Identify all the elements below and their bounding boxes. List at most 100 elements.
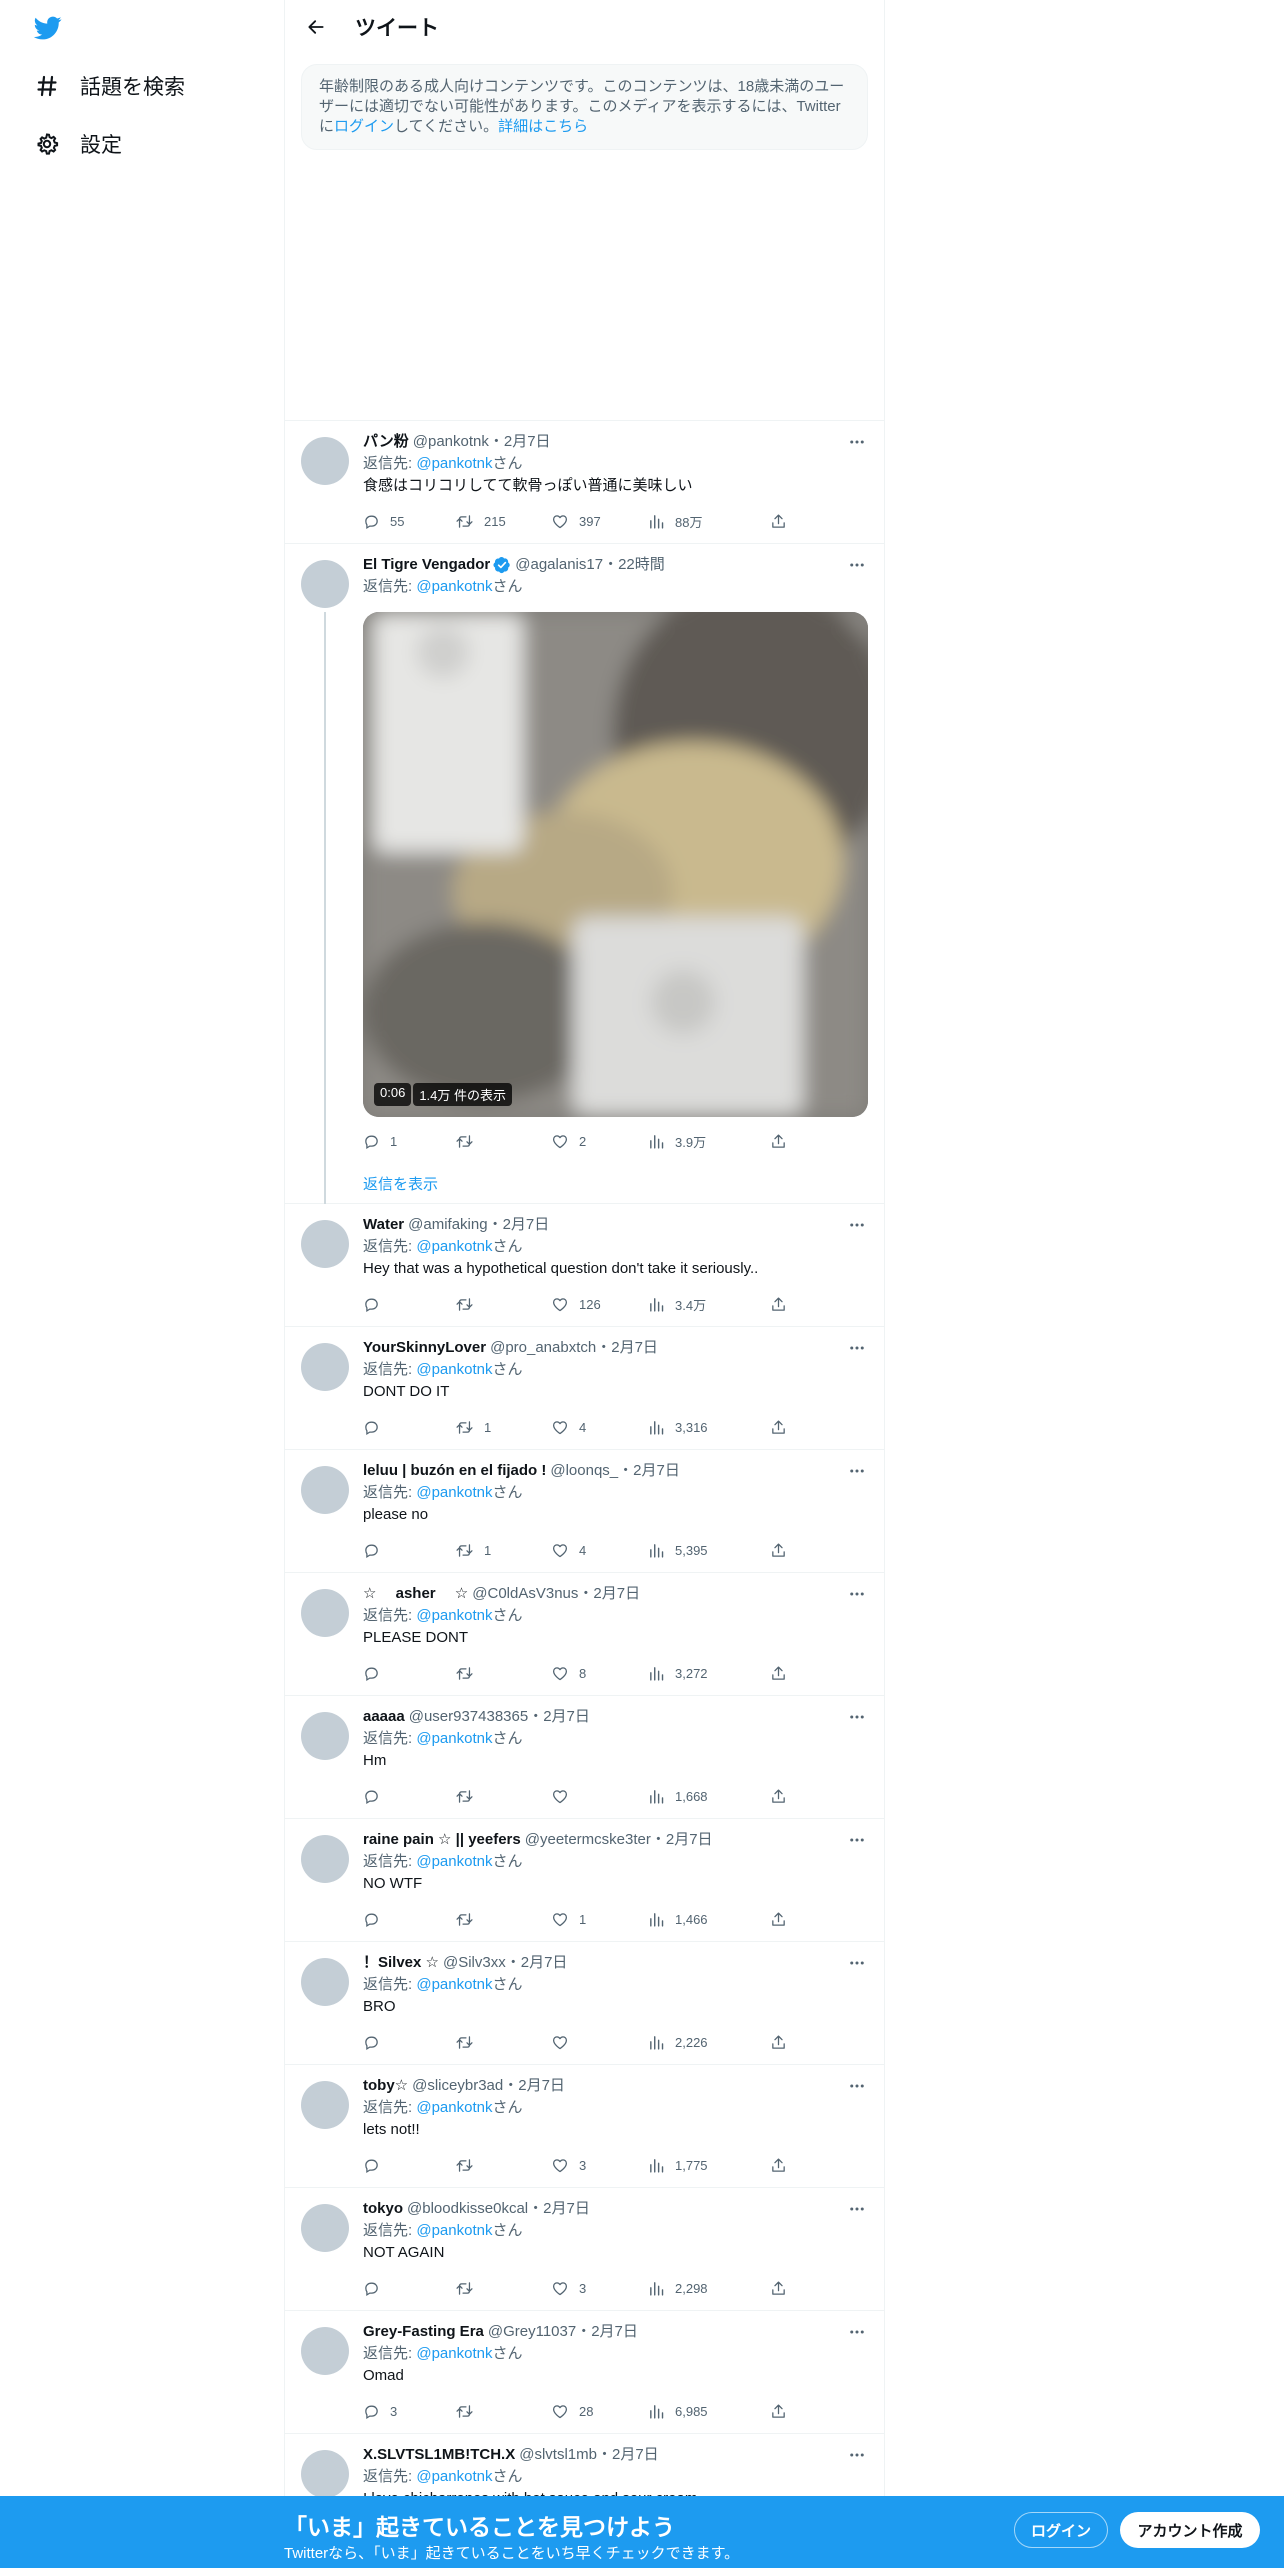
more-icon[interactable] — [846, 1337, 868, 1359]
retweet-button[interactable]: 1 — [455, 1419, 555, 1436]
tweet-date[interactable]: ・2月7日 — [597, 2444, 659, 2466]
views-button[interactable]: 1,668 — [648, 1788, 748, 1805]
retweet-button[interactable]: 215 — [455, 513, 555, 530]
reply-to-handle[interactable]: @pankotnk — [416, 1484, 492, 1501]
more-icon[interactable] — [846, 1460, 868, 1482]
tweet[interactable]: toby☆ @sliceybr3ad ・2月7日 返信先: @pankotnkさん le… — [285, 2065, 884, 2188]
notice-login-link[interactable]: ログイン — [334, 118, 394, 135]
tweet-date[interactable]: ・2月7日 — [506, 1952, 568, 1974]
more-icon[interactable] — [846, 431, 868, 453]
avatar[interactable] — [301, 560, 349, 608]
back-arrow-icon[interactable] — [303, 14, 329, 40]
tweet[interactable]: raine pain ☆ || yeefers @yeetermcske3ter ・… — [285, 1819, 884, 1942]
more-icon[interactable] — [846, 2444, 868, 2466]
author-name[interactable]: YourSkinnyLover — [363, 1337, 486, 1359]
author-name[interactable]: ☆ asher ☆ — [363, 1583, 468, 1605]
tweet[interactable]: Grey-Fasting Era @Grey11037 ・2月7日 返信先: @pan… — [285, 2311, 884, 2434]
views-button[interactable]: 2,226 — [648, 2034, 748, 2051]
reply-to-handle[interactable]: @pankotnk — [416, 1238, 492, 1255]
author-handle[interactable]: @sliceybr3ad — [412, 2075, 503, 2097]
avatar[interactable] — [301, 2450, 349, 2498]
like-button[interactable]: 126 — [551, 1296, 651, 1313]
reply-to-handle[interactable]: @pankotnk — [416, 2345, 492, 2362]
tweet-date[interactable]: ・2月7日 — [596, 1337, 658, 1359]
like-button[interactable]: 4 — [551, 1419, 651, 1436]
share-button[interactable] — [770, 1542, 797, 1559]
nav-settings[interactable]: 設定 — [34, 120, 122, 168]
author-name[interactable]: ！Silvex ☆ — [363, 1952, 439, 1974]
share-button[interactable] — [770, 2403, 797, 2420]
reply-to-handle[interactable]: @pankotnk — [416, 455, 492, 472]
views-button[interactable]: 3,316 — [648, 1419, 748, 1436]
retweet-button[interactable] — [455, 1665, 555, 1682]
views-button[interactable]: 3.4万 — [648, 1295, 748, 1314]
author-handle[interactable]: @yeetermcske3ter — [525, 1829, 651, 1851]
author-handle[interactable]: @loonqs_ — [550, 1460, 618, 1482]
retweet-button[interactable] — [455, 1296, 555, 1313]
reply-button[interactable] — [363, 1665, 463, 1682]
tweet-date[interactable]: ・2月7日 — [578, 1583, 640, 1605]
reply-to-handle[interactable]: @pankotnk — [416, 1853, 492, 1870]
retweet-button[interactable] — [455, 2280, 555, 2297]
tweet[interactable]: leluu | buzón en el fijado ! @loonqs_ ・2月7… — [285, 1450, 884, 1573]
tweet-date[interactable]: ・2月7日 — [503, 2075, 565, 2097]
avatar[interactable] — [301, 1712, 349, 1760]
like-button[interactable]: 397 — [551, 513, 651, 530]
more-icon[interactable] — [846, 1706, 868, 1728]
tweet-date[interactable]: ・2月7日 — [651, 1829, 713, 1851]
reply-to-handle[interactable]: @pankotnk — [416, 1976, 492, 1993]
more-icon[interactable] — [846, 1952, 868, 1974]
tweet[interactable]: tokyo @bloodkisse0kcal ・2月7日 返信先: @pankotnk… — [285, 2188, 884, 2311]
tweet[interactable]: El Tigre Vengador @agalanis17 ・22時間 返信先: @p… — [285, 544, 884, 1204]
like-button[interactable] — [551, 1788, 651, 1805]
tweet[interactable]: パン粉 @pankotnk ・2月7日 返信先: @pankotnkさん 食感はコリコリ… — [285, 421, 884, 544]
tweet-date[interactable]: ・2月7日 — [489, 431, 551, 453]
like-button[interactable] — [551, 2034, 651, 2051]
reply-to-handle[interactable]: @pankotnk — [416, 2222, 492, 2239]
reply-to-handle[interactable]: @pankotnk — [416, 578, 492, 595]
author-name[interactable]: El Tigre Vengador — [363, 554, 490, 576]
share-button[interactable] — [770, 1419, 797, 1436]
tweet-date[interactable]: ・2月7日 — [528, 2198, 590, 2220]
reply-button[interactable] — [363, 2157, 463, 2174]
signup-button[interactable]: アカウント作成 — [1120, 2512, 1260, 2548]
tweet-date[interactable]: ・22時間 — [603, 554, 665, 576]
like-button[interactable]: 4 — [551, 1542, 651, 1559]
avatar[interactable] — [301, 2081, 349, 2129]
tweet[interactable]: YourSkinnyLover @pro_anabxtch ・2月7日 返信先: @p… — [285, 1327, 884, 1450]
retweet-button[interactable] — [455, 2034, 555, 2051]
author-handle[interactable]: @bloodkisse0kcal — [407, 2198, 528, 2220]
reply-button[interactable] — [363, 2280, 463, 2297]
reply-button[interactable] — [363, 1911, 463, 1928]
share-button[interactable] — [770, 1133, 797, 1150]
author-name[interactable]: aaaaa — [363, 1706, 405, 1728]
tweet-video[interactable]: 0:06 1.4万 件の表示 — [363, 612, 868, 1117]
retweet-button[interactable] — [455, 1788, 555, 1805]
author-name[interactable]: leluu | buzón en el fijado ! — [363, 1460, 546, 1482]
author-name[interactable]: raine pain ☆ || yeefers — [363, 1829, 521, 1851]
tweet[interactable]: ！Silvex ☆ @Silv3xx ・2月7日 返信先: @pankotnkさん BR… — [285, 1942, 884, 2065]
avatar[interactable] — [301, 1958, 349, 2006]
more-icon[interactable] — [846, 2198, 868, 2220]
tweet-date[interactable]: ・2月7日 — [488, 1214, 550, 1236]
retweet-button[interactable]: 1 — [455, 1542, 555, 1559]
reply-button[interactable]: 55 — [363, 513, 463, 530]
show-replies-link[interactable]: 返信を表示 — [363, 1163, 868, 1203]
retweet-button[interactable] — [455, 2403, 555, 2420]
views-button[interactable]: 3.9万 — [648, 1132, 748, 1151]
tweet-date[interactable]: ・2月7日 — [528, 1706, 590, 1728]
reply-to-handle[interactable]: @pankotnk — [416, 1361, 492, 1378]
views-button[interactable]: 1,466 — [648, 1911, 748, 1928]
login-button[interactable]: ログイン — [1014, 2512, 1108, 2548]
more-icon[interactable] — [846, 2075, 868, 2097]
author-handle[interactable]: @Grey11037 — [488, 2321, 576, 2343]
avatar[interactable] — [301, 1343, 349, 1391]
author-handle[interactable]: @amifaking — [408, 1214, 487, 1236]
author-name[interactable]: パン粉 — [363, 431, 409, 453]
more-icon[interactable] — [846, 1583, 868, 1605]
author-handle[interactable]: @C0ldAsV3nus — [472, 1583, 578, 1605]
reply-button[interactable]: 1 — [363, 1133, 463, 1150]
author-name[interactable]: Water — [363, 1214, 404, 1236]
reply-button[interactable] — [363, 1296, 463, 1313]
author-handle[interactable]: @pankotnk — [413, 431, 489, 453]
